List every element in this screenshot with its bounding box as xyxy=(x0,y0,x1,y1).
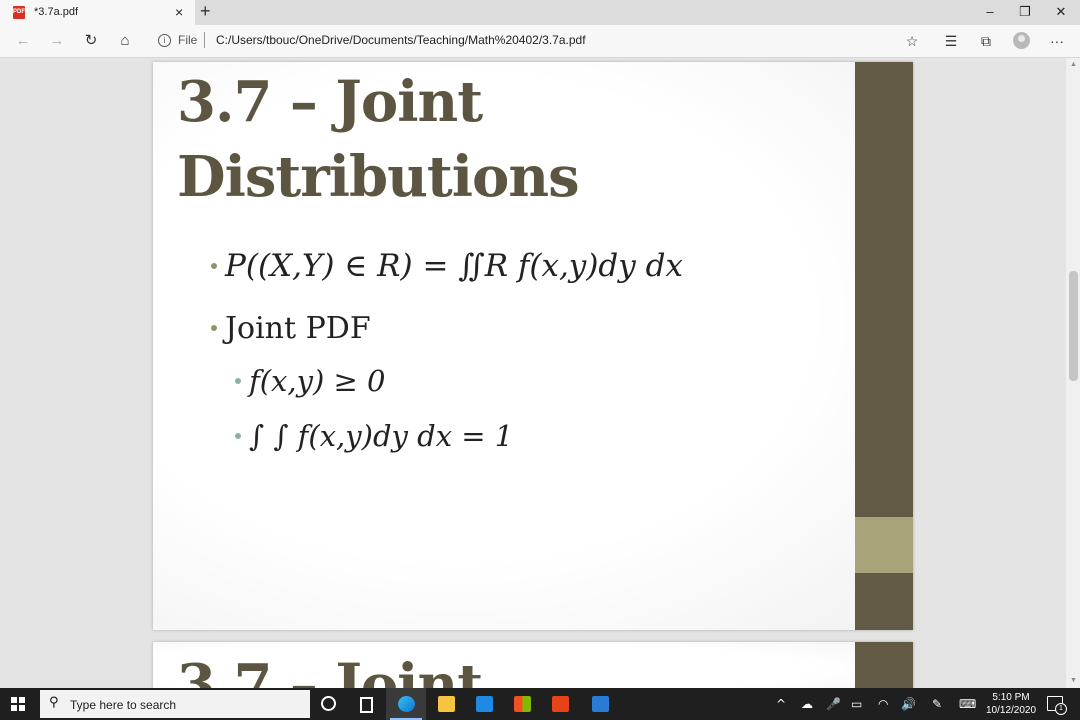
tab-strip: PDF *3.7a.pdf × + – ❐ ✕ xyxy=(0,0,1080,25)
address-bar: ← → ↻ ⌂ i File C:/Users/tbouc/OneDrive/D… xyxy=(0,25,1080,58)
close-icon[interactable]: × xyxy=(175,3,183,21)
onedrive-icon[interactable]: ☁ xyxy=(801,696,813,712)
bullet-icon xyxy=(235,378,241,384)
url-input[interactable]: C:/Users/tbouc/OneDrive/Documents/Teachi… xyxy=(216,33,586,47)
windows-start-icon[interactable] xyxy=(11,697,25,711)
pdf-viewer[interactable]: 3.7 – Joint Distributions P((X,Y) ∈ R) =… xyxy=(0,58,1080,688)
cortana-icon[interactable] xyxy=(308,688,348,720)
slide-side-band xyxy=(855,642,913,688)
pdf-page: 3.7 – Joint xyxy=(153,642,913,688)
store-icon[interactable] xyxy=(502,688,542,720)
mail-icon[interactable] xyxy=(464,688,504,720)
slide-title-line: 3.7 – Joint xyxy=(177,69,483,135)
bullet-icon xyxy=(235,433,241,439)
search-input[interactable]: Type here to search xyxy=(70,698,176,712)
list-item: Joint PDF xyxy=(211,311,371,346)
wifi-icon[interactable]: ◠ xyxy=(878,696,888,712)
minimize-icon[interactable]: – xyxy=(975,3,1005,21)
browser-tab[interactable]: PDF *3.7a.pdf × xyxy=(0,0,195,25)
slide-band-accent xyxy=(855,517,913,573)
clock-time: 5:10 PM xyxy=(992,692,1030,703)
keyboard-icon[interactable]: ⌨ xyxy=(959,696,976,712)
star-icon[interactable]: ☆ xyxy=(901,31,923,51)
back-arrow-icon[interactable]: ← xyxy=(12,31,34,51)
info-icon[interactable]: i xyxy=(158,34,171,47)
whiteboard-icon[interactable] xyxy=(580,688,620,720)
clock-date: 10/12/2020 xyxy=(986,705,1037,716)
profile-icon[interactable] xyxy=(1013,32,1030,49)
tab-title: *3.7a.pdf xyxy=(34,6,79,18)
taskbar: ⚲ Type here to search ^ ☁ 🎤 ▭ ◠ 🔊 ✎ ⌨ 5:… xyxy=(0,688,1080,720)
slide-title: 3.7 – Joint xyxy=(177,648,483,688)
edge-icon[interactable] xyxy=(386,688,426,720)
volume-icon[interactable]: 🔊 xyxy=(901,696,916,712)
url-scheme-label: File xyxy=(178,33,198,47)
favorites-icon[interactable]: ☰ xyxy=(940,31,962,51)
taskbar-search[interactable]: ⚲ Type here to search xyxy=(40,690,310,718)
system-clock[interactable]: 5:10 PM 10/12/2020 xyxy=(986,691,1036,717)
list-item: P((X,Y) ∈ R) = ∬R f(x,y)dy dx xyxy=(211,248,683,284)
more-icon[interactable]: ··· xyxy=(1046,31,1068,51)
slide-title-line: 3.7 – Joint xyxy=(177,652,483,688)
scroll-up-icon[interactable]: ▲ xyxy=(1069,60,1078,70)
tray-chevron-icon[interactable]: ^ xyxy=(776,696,786,712)
file-explorer-icon[interactable] xyxy=(426,688,466,720)
notification-badge: 1 xyxy=(1055,703,1067,715)
probability-formula: P((X,Y) ∈ R) = ∬R f(x,y)dy dx xyxy=(225,248,683,284)
pen-icon[interactable]: ✎ xyxy=(932,696,942,712)
home-icon[interactable]: ⌂ xyxy=(114,31,136,51)
bullet-icon xyxy=(211,325,217,331)
refresh-icon[interactable]: ↻ xyxy=(80,31,102,51)
pdf-page: 3.7 – Joint Distributions P((X,Y) ∈ R) =… xyxy=(153,62,913,630)
pdf-normalization-formula: ∫ ∫ f(x,y)dy dx = 1 xyxy=(249,419,514,453)
office-icon[interactable] xyxy=(540,688,580,720)
list-item: f(x,y) ≥ 0 xyxy=(235,364,386,398)
address-divider xyxy=(204,32,205,48)
list-item: ∫ ∫ f(x,y)dy dx = 1 xyxy=(235,419,513,453)
microphone-icon[interactable]: 🎤 xyxy=(826,696,841,712)
bullet-text: Joint PDF xyxy=(225,311,371,346)
window-close-icon[interactable]: ✕ xyxy=(1046,3,1076,21)
collections-icon[interactable]: ⧉ xyxy=(975,31,997,51)
scroll-down-icon[interactable]: ▼ xyxy=(1069,676,1078,686)
forward-arrow-icon[interactable]: → xyxy=(46,31,68,51)
vertical-scrollbar[interactable]: ▲ ▼ xyxy=(1066,58,1080,688)
slide-title-line: Distributions xyxy=(177,144,580,210)
plus-icon[interactable]: + xyxy=(200,1,211,21)
scroll-thumb[interactable] xyxy=(1069,271,1078,381)
battery-icon[interactable]: ▭ xyxy=(851,696,862,712)
maximize-icon[interactable]: ❐ xyxy=(1010,3,1040,21)
task-view-icon[interactable] xyxy=(346,688,386,720)
bullet-icon xyxy=(211,262,217,269)
search-icon: ⚲ xyxy=(49,695,59,710)
pdf-icon: PDF xyxy=(13,6,25,19)
slide-title: 3.7 – Joint Distributions xyxy=(177,65,580,215)
pdf-nonnegative-formula: f(x,y) ≥ 0 xyxy=(249,364,386,398)
